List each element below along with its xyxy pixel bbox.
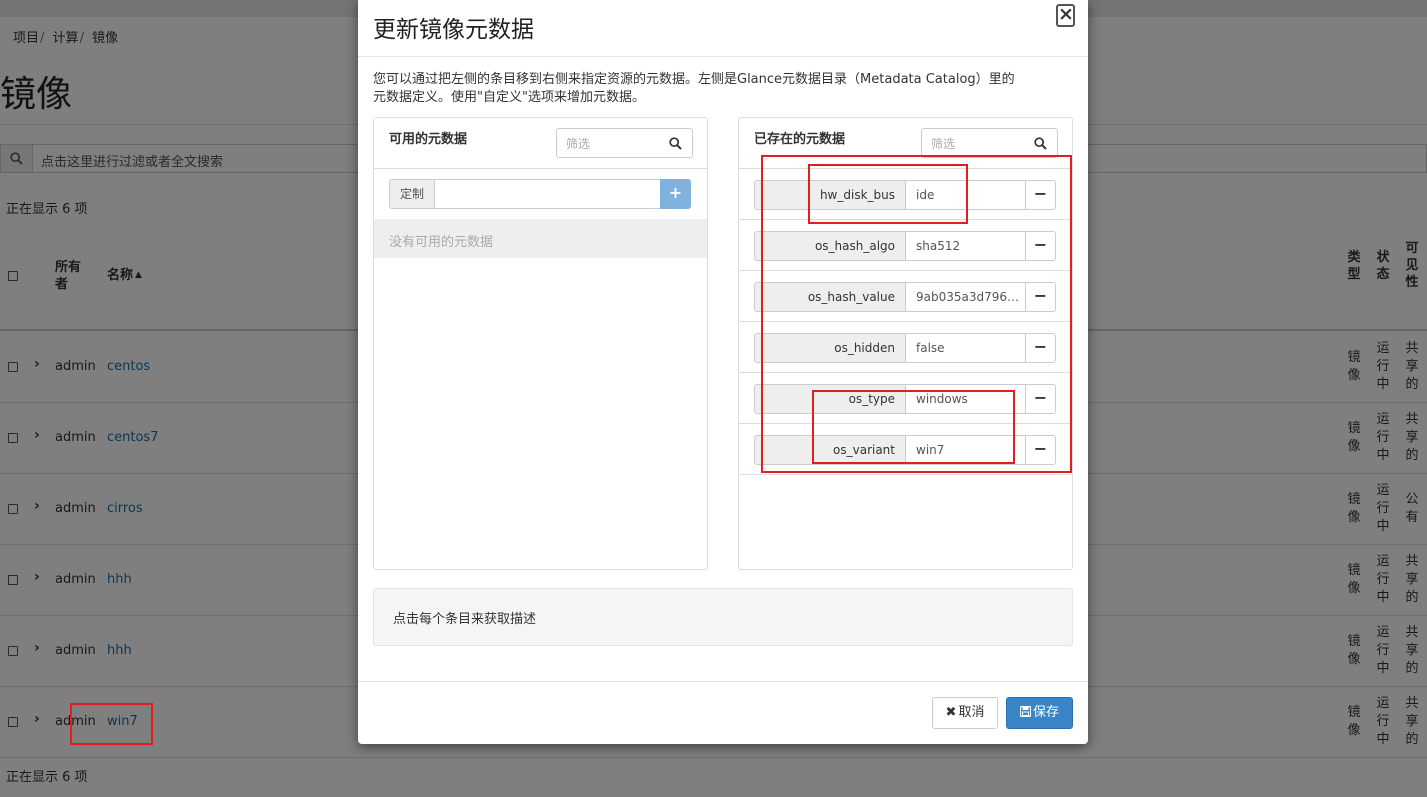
cancel-button-label: 取消 [958,705,985,720]
empty-state: 没有可用的元数据 [374,219,707,258]
save-button[interactable]: 保存 [1006,697,1073,729]
cancel-button[interactable]: ✖ 取消 [932,697,998,729]
available-filter-input[interactable]: 筛选 [566,135,590,152]
custom-metadata-input[interactable] [434,179,661,209]
modal-title: 更新镜像元数据 [373,17,534,43]
save-button-label: 保存 [1032,705,1059,720]
custom-label: 定制 [389,179,435,209]
available-metadata-title: 可用的元数据 [389,132,468,147]
search-icon[interactable] [658,129,692,157]
custom-metadata-row: 定制 + [389,179,692,210]
existing-filter-input[interactable]: 筛选 [931,135,955,152]
existing-metadata-title: 已存在的元数据 [754,132,846,147]
modal-footer [358,681,1088,682]
empty-state-text: 没有可用的元数据 [389,235,494,250]
modal-header: 更新镜像元数据 × [358,0,1088,57]
floppy-disk-icon [1019,705,1032,720]
help-box: 点击每个条目来获取描述 [373,588,1073,646]
divider [374,168,707,169]
available-filter-field[interactable]: 筛选 [556,128,693,158]
available-metadata-panel: 可用的元数据 筛选 定制 + 没有可用的元数据 [373,117,708,570]
existing-filter-field[interactable]: 筛选 [921,128,1058,158]
highlight-box-os-type-variant [812,390,1015,464]
close-icon: ✖ [945,705,957,720]
highlight-box-win7-row [70,703,153,745]
highlight-box-hw-disk-bus [808,164,968,224]
search-icon[interactable] [1023,129,1057,157]
help-text: 点击每个条目来获取描述 [393,612,537,627]
add-icon[interactable]: + [660,179,691,209]
close-icon[interactable]: × [1056,4,1075,27]
modal-description: 您可以通过把左侧的条目移到右侧来指定资源的元数据。左侧是Glance元数据目录（… [373,72,1015,105]
